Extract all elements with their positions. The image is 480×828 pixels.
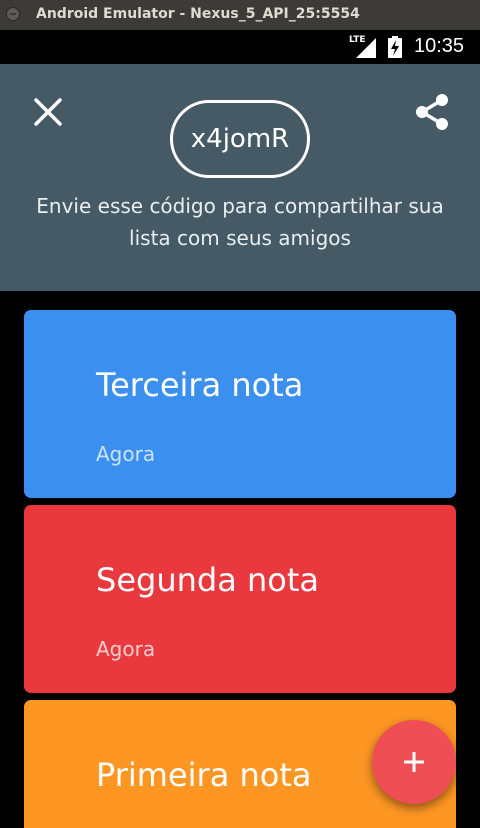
note-card[interactable]: Segunda nota Agora [24,505,456,693]
window-title: Android Emulator - Nexus_5_API_25:5554 [36,6,360,22]
close-icon[interactable] [30,94,66,130]
share-description: Envie esse código para compartilhar sua … [36,194,444,250]
note-time: Agora [96,637,156,661]
window-title-bar: Android Emulator - Nexus_5_API_25:5554 [0,0,480,30]
note-card[interactable]: Terceira nota Agora [24,310,456,498]
note-time: Agora [96,442,156,466]
share-code: x4jomR [170,100,310,178]
plus-icon [404,752,424,772]
share-header: x4jomR Envie esse código para compartilh… [0,64,480,291]
signal-icon [356,38,376,58]
status-time: 10:35 [414,35,465,57]
battery-charging-icon [388,36,402,58]
window-close-button[interactable] [6,7,20,21]
note-title: Segunda nota [96,561,319,599]
share-icon[interactable] [412,92,452,132]
note-title: Primeira nota [96,756,312,794]
status-bar: LTE 10:35 [0,30,480,64]
add-note-button[interactable] [372,720,456,804]
note-title: Terceira nota [96,366,304,404]
